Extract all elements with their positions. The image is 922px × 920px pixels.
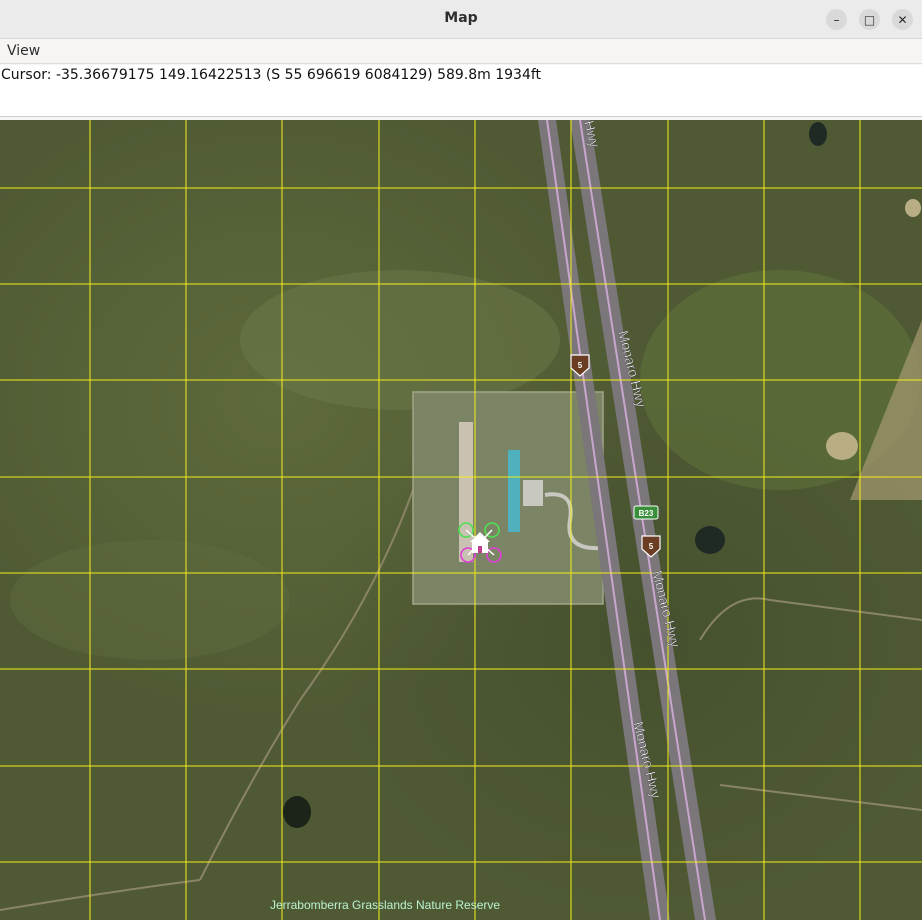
hangar-roof [508, 450, 520, 532]
place-label: Jerrabomberra Grasslands Nature Reserve [270, 898, 500, 912]
runway [459, 422, 473, 562]
minimize-icon[interactable]: – [826, 9, 847, 30]
cursor-readout: Cursor: -35.36679175 149.16422513 (S 55 … [1, 67, 542, 83]
map-canvas[interactable]: Hwy Monaro Hwy Monaro Hwy Monaro Hwy 5 B… [0, 120, 922, 920]
cursor-readout-panel: Cursor: -35.36679175 149.16422513 (S 55 … [0, 65, 922, 117]
map-view[interactable]: Hwy Monaro Hwy Monaro Hwy Monaro Hwy 5 B… [0, 120, 922, 920]
terrain-patch [240, 270, 560, 410]
dam [905, 199, 921, 217]
menu-view[interactable]: View [7, 43, 40, 59]
svg-text:5: 5 [578, 361, 583, 370]
maximize-icon[interactable]: □ [859, 9, 880, 30]
menu-bar: View [0, 39, 922, 64]
building [523, 480, 543, 506]
dam [826, 432, 858, 460]
svg-text:B23: B23 [639, 509, 654, 518]
title-bar: Map – □ ✕ [0, 0, 922, 39]
window-title: Map [444, 10, 478, 26]
close-icon[interactable]: ✕ [892, 9, 913, 30]
dam [283, 796, 311, 828]
route-shield: B23 [633, 505, 659, 520]
terrain-patch [10, 540, 290, 660]
dam [809, 122, 827, 146]
svg-text:5: 5 [649, 542, 654, 551]
dam [695, 526, 725, 554]
